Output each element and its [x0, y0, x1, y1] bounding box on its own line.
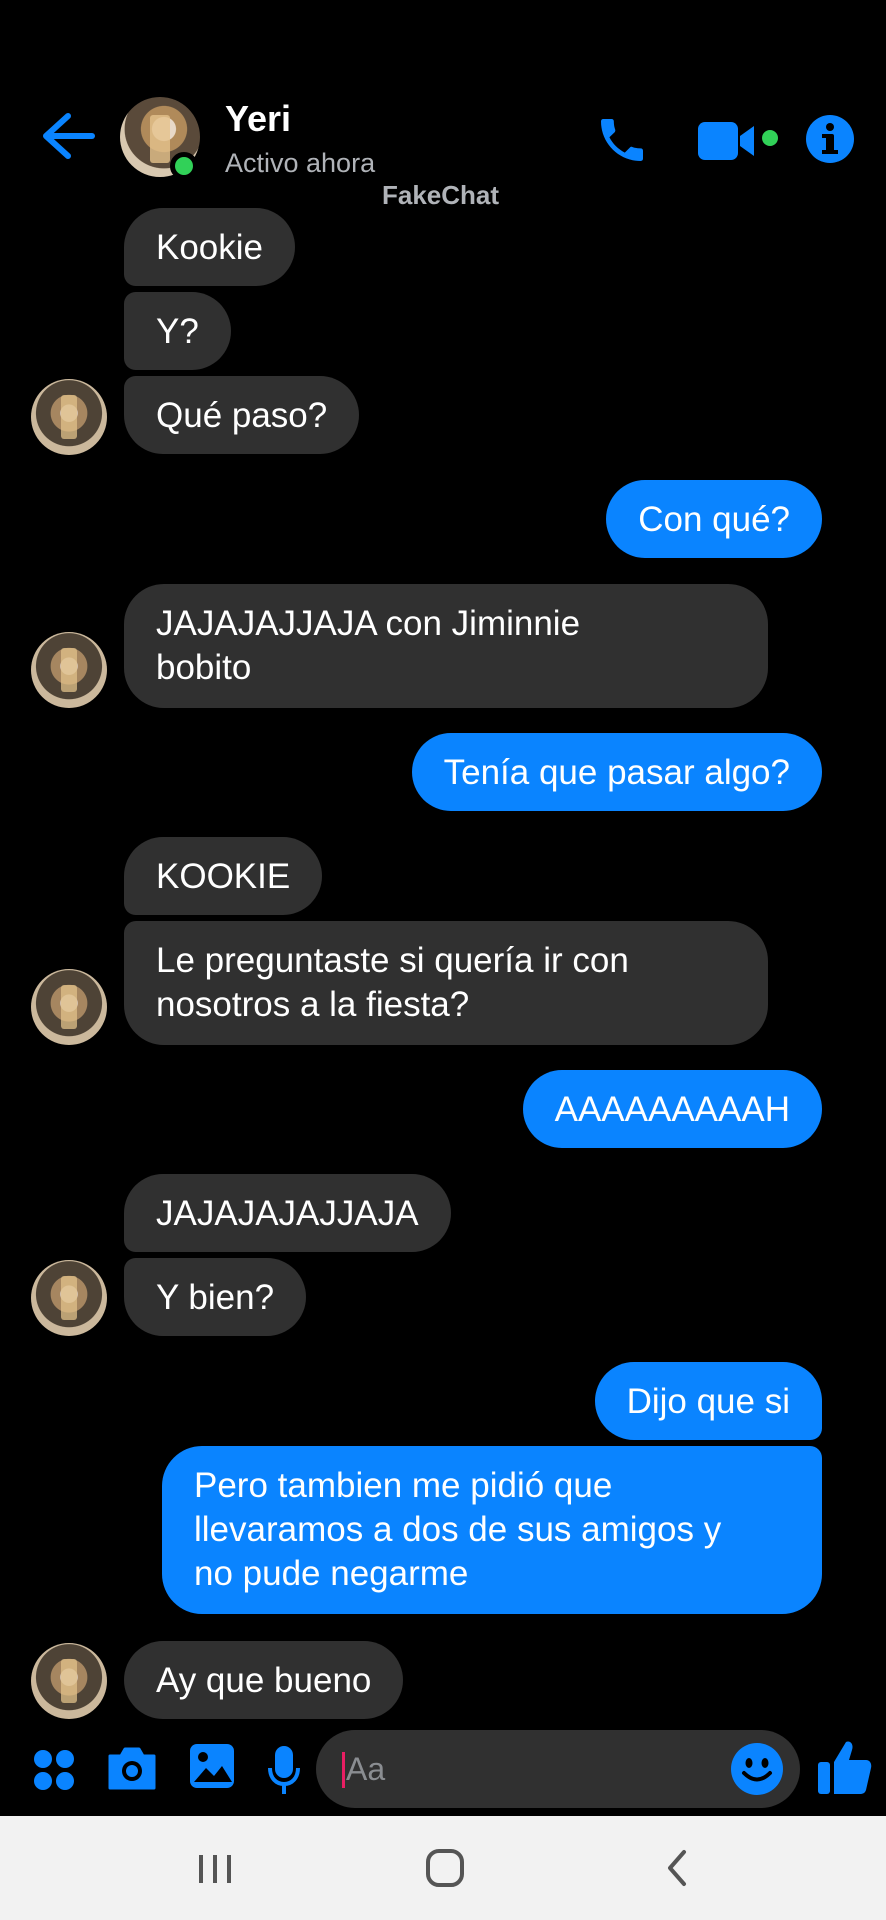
- info-icon[interactable]: [804, 113, 856, 165]
- contact-avatar-small: [31, 379, 107, 455]
- message-bubble-received[interactable]: Ay que bueno: [124, 1641, 404, 1719]
- apps-icon[interactable]: [32, 1748, 76, 1792]
- thumbs-up-icon[interactable]: [816, 1738, 872, 1796]
- message-bubble-received[interactable]: Qué paso?: [124, 376, 360, 454]
- message-bubble-received[interactable]: Y?: [124, 292, 231, 370]
- message-bubble-received[interactable]: Y bien?: [124, 1258, 307, 1336]
- message-bubble-sent[interactable]: AAAAAAAAAH: [522, 1070, 822, 1148]
- message-bubble-sent[interactable]: Pero tambien me pidió que llevaramos a d…: [162, 1446, 822, 1614]
- message-input[interactable]: [342, 1746, 712, 1792]
- message-bubble-received[interactable]: KOOKIE: [124, 837, 323, 915]
- system-navigation-bar: [0, 1816, 886, 1920]
- gallery-icon[interactable]: [188, 1742, 236, 1790]
- contact-avatar-small: [31, 1643, 107, 1719]
- online-status-dot: [170, 152, 198, 180]
- contact-avatar-small: [31, 1260, 107, 1336]
- message-bubble-received[interactable]: Le preguntaste si quería ir con nosotros…: [124, 921, 768, 1045]
- watermark: FakeChat: [382, 180, 500, 210]
- recent-apps-icon[interactable]: [196, 1852, 234, 1886]
- message-bubble-received[interactable]: JAJAJAJJAJA con Jiminnie bobito: [124, 584, 768, 708]
- contact-status: Activo ahora: [225, 148, 376, 178]
- contact-avatar-small: [31, 969, 107, 1045]
- message-bubble-sent[interactable]: Con qué?: [606, 480, 822, 558]
- back-icon[interactable]: [662, 1848, 692, 1888]
- message-bubble-sent[interactable]: Dijo que si: [594, 1362, 822, 1440]
- video-camera-icon[interactable]: [696, 118, 786, 164]
- phone-icon[interactable]: [594, 112, 650, 168]
- contact-name[interactable]: Yeri: [225, 98, 291, 140]
- microphone-icon[interactable]: [266, 1744, 302, 1796]
- message-bubble-received[interactable]: Kookie: [124, 208, 296, 286]
- contact-avatar-small: [31, 632, 107, 708]
- chat-header: Yeri Activo ahora FakeChat: [0, 0, 886, 210]
- back-arrow-icon[interactable]: [40, 110, 96, 162]
- camera-icon[interactable]: [106, 1744, 158, 1792]
- emoji-icon[interactable]: [730, 1742, 784, 1796]
- message-bubble-sent[interactable]: Tenía que pasar algo?: [411, 733, 822, 811]
- home-icon[interactable]: [425, 1848, 465, 1888]
- message-bubble-received[interactable]: JAJAJAJAJJAJA: [124, 1174, 451, 1252]
